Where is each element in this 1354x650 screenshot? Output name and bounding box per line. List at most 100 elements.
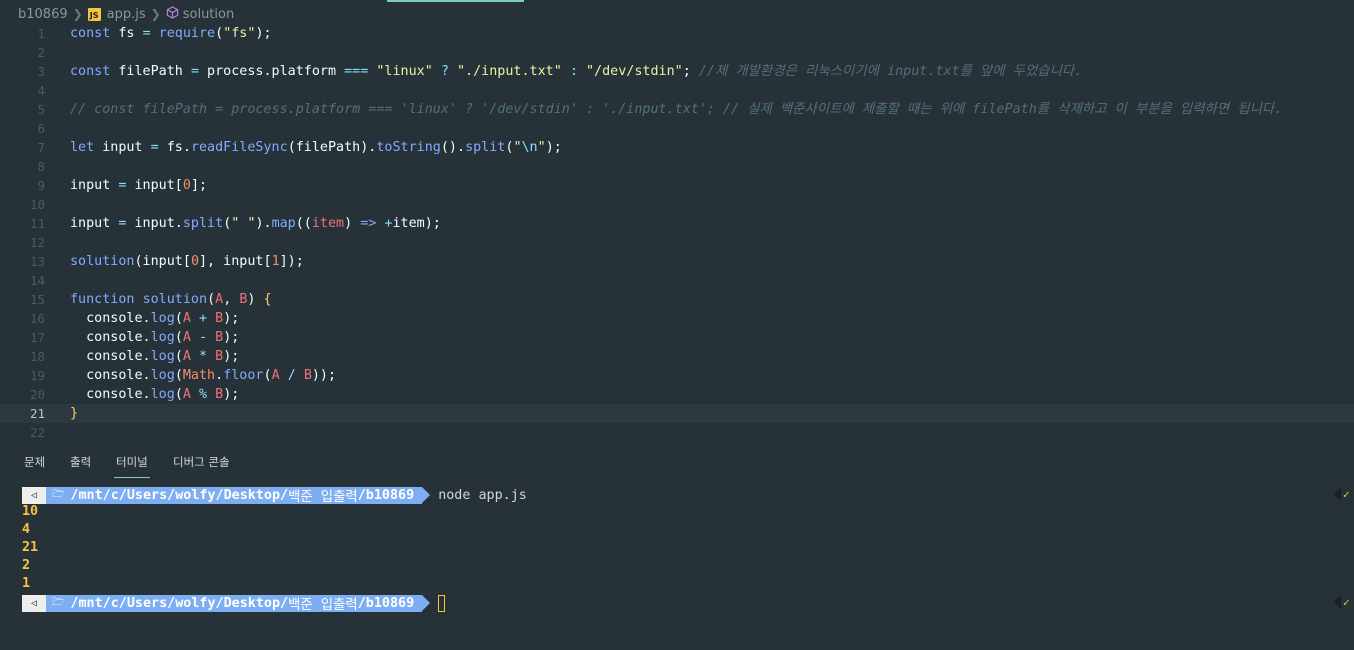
code-token: A xyxy=(182,387,191,402)
code-token: "linux" xyxy=(376,64,433,79)
tab-debug-console[interactable]: 디버그 콘솔 xyxy=(173,454,230,470)
breadcrumb-file-label: app.js xyxy=(106,6,146,22)
code-line[interactable]: 17 console.log(A - B); xyxy=(0,328,1354,347)
prompt-status-icon: ✓ xyxy=(1334,594,1354,610)
prompt-path-dir: 백준 입출력 xyxy=(288,490,358,505)
code-token: input. xyxy=(126,216,183,231)
code-line[interactable]: 3 const filePath = process.platform === "… xyxy=(0,62,1354,81)
code-line[interactable]: 15 function solution(A, B) { xyxy=(0,290,1354,309)
code-line[interactable]: 10 xyxy=(0,195,1354,214)
code-line[interactable]: 14 xyxy=(0,271,1354,290)
code-line[interactable]: 6 xyxy=(0,119,1354,138)
code-token: fs. xyxy=(158,140,191,155)
prompt-path: 🗁 /mnt/c/Users/wolfy/Desktop/백준 입출력/b108… xyxy=(46,594,423,613)
code-token: readFileSync xyxy=(190,140,288,155)
code-line[interactable]: 18 console.log(A * B); xyxy=(0,347,1354,366)
code-token: //제 개발환경은 리눅스이기에 input.txt를 앞에 두었습니다. xyxy=(698,64,1083,79)
code-line[interactable]: 19 console.log(Math.floor(A / B)); xyxy=(0,366,1354,385)
code-token: } xyxy=(70,406,79,421)
code-token: ) xyxy=(344,216,361,231)
code-line[interactable]: 16 console.log(A + B); xyxy=(0,309,1354,328)
line-number: 9 xyxy=(37,178,45,193)
code-token: ( xyxy=(174,330,183,345)
code-token: 1 xyxy=(271,254,280,269)
code-token: ); xyxy=(255,26,272,41)
breadcrumb-symbol[interactable]: solution xyxy=(166,5,234,23)
code-token: console. xyxy=(70,330,151,345)
code-text: const filePath = process.platform === "l… xyxy=(70,62,1082,81)
code-token: \n xyxy=(521,140,538,155)
code-token: ) xyxy=(247,292,264,307)
tab-terminal[interactable]: 터미널 xyxy=(114,454,150,478)
code-token: : xyxy=(569,64,578,79)
prompt-path-dir: 백준 입출력 xyxy=(288,598,358,613)
code-line[interactable]: 21} xyxy=(0,404,1354,423)
tab-output[interactable]: 출력 xyxy=(70,454,91,470)
code-token: ( xyxy=(174,311,183,326)
code-token: "/dev/stdin" xyxy=(586,64,683,79)
code-token: (( xyxy=(295,216,312,231)
code-token: function xyxy=(70,292,135,307)
code-line[interactable]: 20 console.log(A % B); xyxy=(0,385,1354,404)
code-token: . xyxy=(215,368,224,383)
code-line[interactable]: 13 solution(input[0], input[1]); xyxy=(0,252,1354,271)
code-line[interactable]: 1 const fs = require("fs"); xyxy=(0,24,1354,43)
tab-problems[interactable]: 문제 xyxy=(24,454,45,470)
code-line[interactable]: 4 xyxy=(0,81,1354,100)
breadcrumb-folder[interactable]: b10869 xyxy=(18,7,68,22)
code-token: => xyxy=(360,216,377,231)
code-line[interactable]: 22 xyxy=(0,423,1354,442)
code-token: ); xyxy=(545,140,562,155)
method-cube-icon xyxy=(166,5,179,23)
code-text: console.log(A - B); xyxy=(70,328,239,347)
code-text: const fs = require("fs"); xyxy=(70,24,272,43)
code-line[interactable]: 12 xyxy=(0,233,1354,252)
code-token: === xyxy=(344,64,369,79)
code-token: solution xyxy=(142,292,208,307)
code-line[interactable]: 11 input = input.split(" ").map((item) =>… xyxy=(0,214,1354,233)
code-token: * xyxy=(199,349,208,364)
code-token: toString xyxy=(376,140,441,155)
code-token: { xyxy=(263,292,272,307)
line-number: 6 xyxy=(37,121,45,136)
terminal-cursor[interactable] xyxy=(438,594,446,612)
code-token: console. xyxy=(70,387,151,402)
code-line[interactable]: 2 xyxy=(0,43,1354,62)
code-line[interactable]: 8 xyxy=(0,157,1354,176)
code-token: let xyxy=(70,140,95,155)
code-token: ); xyxy=(223,349,240,364)
code-line[interactable]: 7 let input = fs.readFileSync(filePath).t… xyxy=(0,138,1354,157)
terminal[interactable]: ◁ 🗁 /mnt/c/Users/wolfy/Desktop/백준 입출력/b1… xyxy=(22,484,1354,650)
code-token: " " xyxy=(231,216,256,231)
code-token: log xyxy=(150,330,175,345)
prompt-status-icon: ✓ xyxy=(1334,486,1354,502)
code-token: require xyxy=(158,26,216,41)
line-number: 7 xyxy=(37,140,45,155)
line-number: 1 xyxy=(37,26,45,41)
code-token: + xyxy=(384,216,393,231)
prompt-path-current: /b10869 xyxy=(357,487,415,503)
code-token: log xyxy=(150,311,175,326)
panel-tab-bar: 문제 출력 터미널 디버그 콘솔 xyxy=(0,448,1354,478)
code-line[interactable]: 5 // const filePath = process.platform ==… xyxy=(0,100,1354,119)
line-number: 16 xyxy=(29,311,45,326)
chevron-right-icon: ❯ xyxy=(72,7,83,21)
code-token: )); xyxy=(311,368,337,383)
code-line[interactable]: 9 input = input[0]; xyxy=(0,176,1354,195)
breadcrumb-file[interactable]: JS app.js xyxy=(87,6,146,22)
code-token: item xyxy=(311,216,345,231)
code-token: B xyxy=(215,349,224,364)
prompt-path-prefix: /mnt/c/Users/wolfy/Desktop/ xyxy=(70,595,289,611)
code-editor[interactable]: 1 const fs = require("fs"); 2 3 const filePa… xyxy=(0,24,1354,442)
code-token: log xyxy=(150,368,175,383)
code-text: solution(input[0], input[1]); xyxy=(70,252,304,271)
code-text: console.log(A + B); xyxy=(70,309,239,328)
